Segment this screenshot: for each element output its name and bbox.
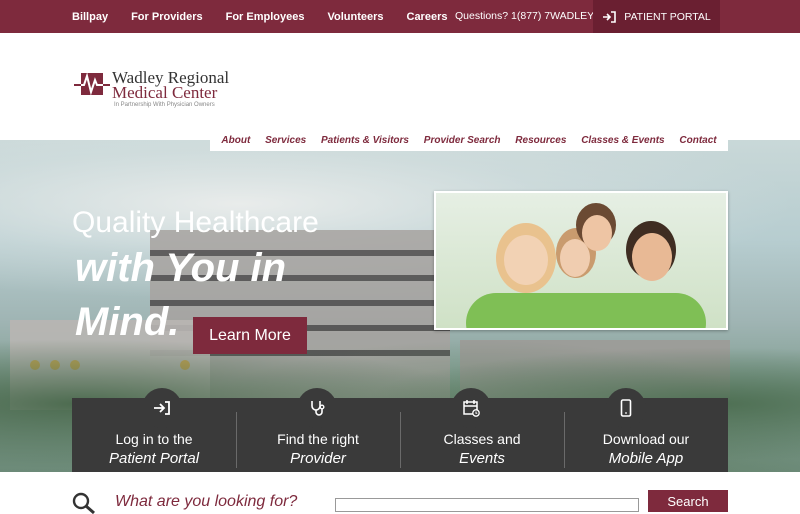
heartbeat-logo-icon: [74, 72, 110, 96]
site-search: What are you looking for? Search: [0, 472, 800, 514]
volunteers-link[interactable]: Volunteers: [327, 11, 383, 23]
hero-title-line3: Mind.: [75, 300, 180, 344]
quick-link-line2: Patient Portal: [108, 450, 200, 467]
nav-item-provider-search[interactable]: Provider Search: [424, 135, 501, 146]
nav-item-patients-visitors[interactable]: Patients & Visitors: [321, 135, 409, 146]
careers-link[interactable]: Careers: [407, 11, 448, 23]
quick-link-line1: Find the right: [277, 431, 359, 447]
nav-item-contact[interactable]: Contact: [679, 135, 716, 146]
nav-item-services[interactable]: Services: [265, 135, 306, 146]
login-icon: [603, 10, 617, 23]
logo-name-line2: Medical Center: [112, 83, 218, 102]
hero-title-line1: Quality Healthcare: [72, 206, 319, 239]
hero-title-line2: with You in: [75, 246, 287, 290]
login-icon[interactable]: [142, 388, 182, 428]
phone-number: Questions? 1(877) 7WADLEY: [455, 10, 595, 22]
for-employees-link[interactable]: For Employees: [226, 11, 305, 23]
main-nav: About Services Patients & Visitors Provi…: [210, 129, 728, 151]
quick-link-line1: Log in to the: [115, 431, 193, 447]
patient-portal-label: PATIENT PORTAL: [624, 10, 711, 23]
family-photo: [434, 191, 728, 330]
stethoscope-icon[interactable]: [297, 388, 337, 428]
search-prompt: What are you looking for?: [115, 493, 298, 510]
learn-more-button[interactable]: Learn More: [193, 317, 307, 354]
utility-links: Billpay For Providers For Employees Volu…: [72, 0, 470, 33]
search-input[interactable]: [335, 498, 639, 512]
quick-link-line2: Mobile App: [608, 450, 684, 467]
search-icon: [72, 492, 95, 514]
header: Wadley Regional Medical Center In Partne…: [0, 33, 800, 140]
nav-item-resources[interactable]: Resources: [515, 135, 566, 146]
quick-link-line1: Download our: [602, 431, 690, 447]
billpay-link[interactable]: Billpay: [72, 11, 108, 23]
site-logo[interactable]: Wadley Regional Medical Center In Partne…: [74, 67, 264, 108]
search-button[interactable]: Search: [648, 490, 728, 512]
quick-link-line2: Events: [459, 450, 505, 467]
quick-link-line1: Classes and: [443, 431, 521, 447]
quick-link-mobile-app[interactable]: Download our Mobile App: [564, 398, 728, 472]
quick-link-line2: Provider: [290, 450, 346, 467]
nav-item-classes-events[interactable]: Classes & Events: [581, 135, 664, 146]
logo-tagline: In Partnership With Physician Owners: [114, 102, 215, 108]
calendar-icon[interactable]: [451, 388, 491, 428]
top-bar: Billpay For Providers For Employees Volu…: [0, 0, 800, 33]
mobile-phone-icon[interactable]: [606, 388, 646, 428]
nav-item-about[interactable]: About: [221, 135, 250, 146]
for-providers-link[interactable]: For Providers: [131, 11, 203, 23]
patient-portal-button[interactable]: PATIENT PORTAL: [593, 0, 720, 33]
